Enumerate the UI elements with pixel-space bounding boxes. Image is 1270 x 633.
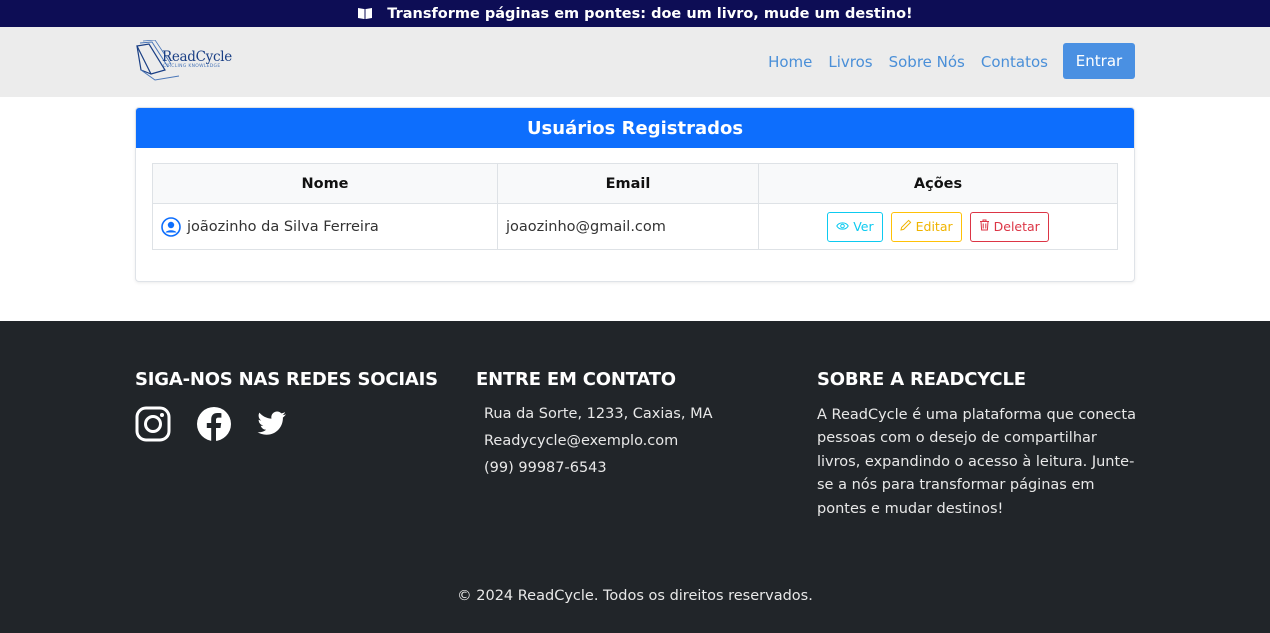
trash-icon: [979, 219, 990, 234]
nav-link-sobre[interactable]: Sobre Nós: [889, 53, 965, 71]
user-name: joãozinho da Silva Ferreira: [187, 218, 379, 235]
social-icons: [135, 406, 438, 446]
logo[interactable]: ReadCycle CIRCLING KNOWLEDGE: [135, 40, 232, 84]
instagram-icon[interactable]: [135, 406, 171, 446]
footer-social-section: SIGA-NOS NAS REDES SOCIAIS: [135, 369, 438, 446]
column-header-acoes: Ações: [758, 163, 1118, 204]
delete-button-label: Deletar: [993, 219, 1040, 234]
footer-contact-section: ENTRE EM CONTATO Rua da Sorte, 1233, Cax…: [476, 369, 713, 476]
user-actions-cell: Ver Editar Deletar: [758, 203, 1118, 250]
view-button[interactable]: Ver: [827, 211, 883, 242]
user-email: joaozinho@gmail.com: [497, 203, 759, 250]
about-title: SOBRE A READCYCLE: [817, 369, 1026, 390]
delete-button[interactable]: Deletar: [969, 211, 1049, 242]
nav-link-livros[interactable]: Livros: [828, 53, 872, 71]
nav-links: Home Livros Sobre Nós Contatos: [768, 27, 1048, 97]
pencil-icon: [899, 219, 912, 234]
top-banner: Transforme páginas em pontes: doe um liv…: [0, 0, 1270, 27]
footer: SIGA-NOS NAS REDES SOCIAIS ENTRE EM CONT…: [0, 321, 1270, 633]
users-table: Nome Email Ações joãozinho da Silva Ferr…: [152, 163, 1118, 250]
logo-title: ReadCycle: [162, 49, 232, 65]
users-card: Usuários Registrados Nome Email Ações jo…: [135, 107, 1135, 282]
book-icon: [357, 7, 373, 20]
social-title: SIGA-NOS NAS REDES SOCIAIS: [135, 369, 438, 390]
contact-phone: (99) 99987-6543: [484, 460, 607, 476]
navbar: ReadCycle CIRCLING KNOWLEDGE Home Livros…: [0, 27, 1270, 97]
edit-button-label: Editar: [915, 219, 953, 234]
nav-link-home[interactable]: Home: [768, 53, 812, 71]
logo-subtitle: CIRCLING KNOWLEDGE: [163, 64, 221, 69]
user-name-cell: joãozinho da Silva Ferreira: [152, 203, 498, 250]
login-button[interactable]: Entrar: [1063, 43, 1135, 79]
table-row: joãozinho da Silva Ferreira joaozinho@gm…: [152, 203, 1118, 250]
contact-email[interactable]: Readycycle@exemplo.com: [484, 433, 713, 449]
column-header-email: Email: [497, 163, 759, 204]
footer-about-section: SOBRE A READCYCLE A ReadCycle é uma plat…: [817, 369, 1137, 521]
edit-button[interactable]: Editar: [890, 211, 962, 242]
banner-text: Transforme páginas em pontes: doe um liv…: [387, 5, 913, 22]
column-header-nome: Nome: [152, 163, 498, 204]
contact-address: Rua da Sorte, 1233, Caxias, MA: [484, 406, 713, 422]
user-circle-icon: [161, 216, 181, 237]
view-button-label: Ver: [853, 219, 874, 234]
nav-link-contatos[interactable]: Contatos: [981, 53, 1048, 71]
facebook-icon[interactable]: [196, 406, 232, 446]
table-header-row: Nome Email Ações: [152, 163, 1118, 204]
eye-icon: [836, 219, 849, 234]
twitter-icon[interactable]: [257, 411, 287, 441]
copyright: © 2024 ReadCycle. Todos os direitos rese…: [457, 588, 813, 604]
card-title: Usuários Registrados: [136, 108, 1134, 148]
contact-title: ENTRE EM CONTATO: [476, 369, 676, 390]
about-text: A ReadCycle é uma plataforma que conecta…: [817, 407, 1136, 517]
